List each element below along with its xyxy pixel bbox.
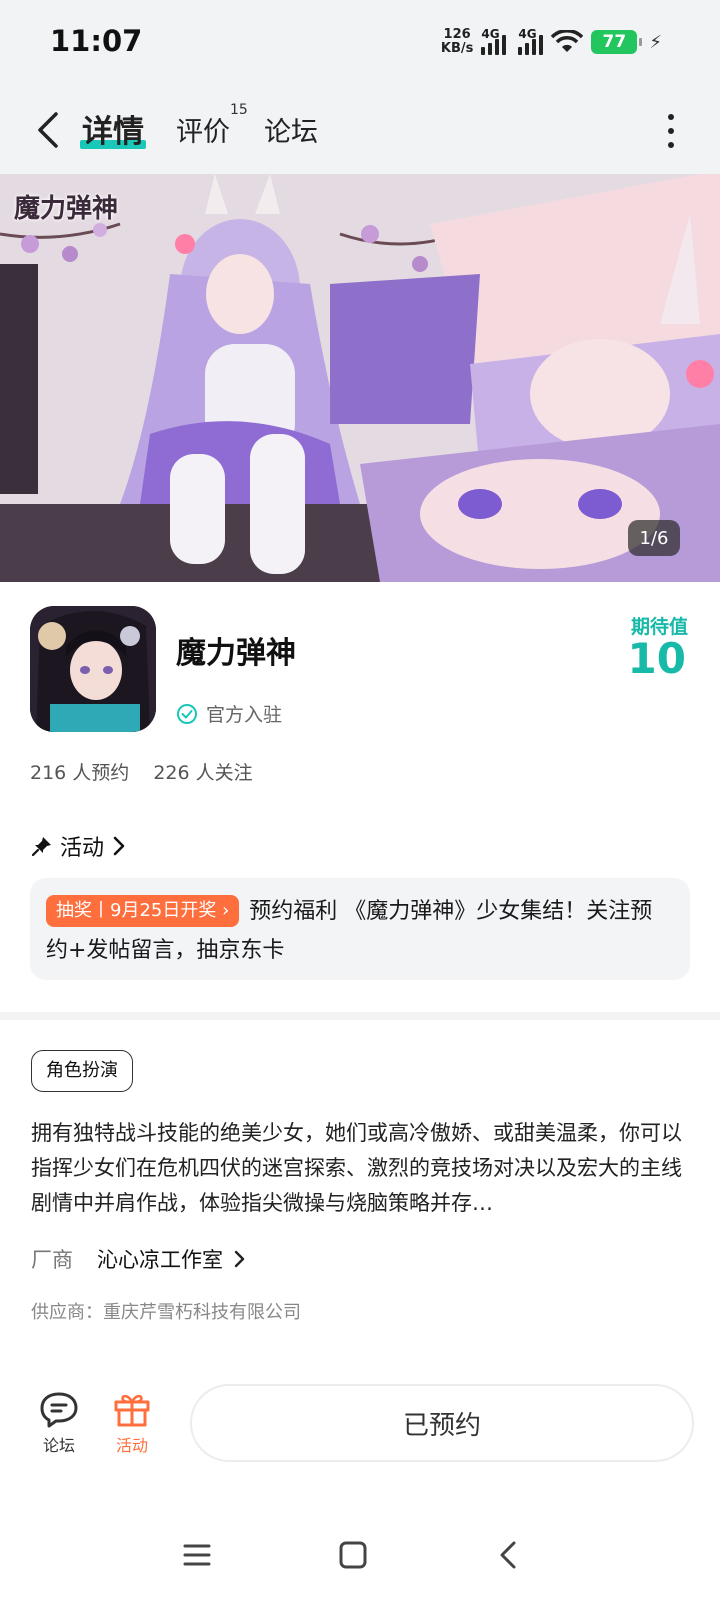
signal-icon: 4G [518, 27, 544, 55]
chevron-right-icon [234, 1250, 245, 1268]
game-stats: 216 人预约 226 人关注 [30, 758, 253, 785]
expect-value: 10 [627, 634, 686, 683]
game-icon-artwork [30, 606, 156, 732]
genre-tag[interactable]: 角色扮演 [31, 1050, 133, 1092]
follower-count: 226 人关注 [153, 762, 253, 784]
game-icon [30, 606, 156, 732]
game-description[interactable]: 拥有独特战斗技能的绝美少女，她们或高冷傲娇、或甜美温柔，你可以指挥少女们在危机四… [31, 1116, 691, 1221]
activity-heading: 活动 [60, 836, 105, 861]
check-circle-icon [177, 703, 197, 724]
vendor-name: 沁心凉工作室 [97, 1248, 223, 1272]
system-nav-bar [0, 1520, 720, 1602]
home-square-icon [339, 1541, 367, 1569]
banner-logo: 魔力弹神 [14, 194, 119, 224]
gift-icon [114, 1394, 150, 1427]
pin-icon [32, 837, 51, 856]
forum-button[interactable]: 论坛 [24, 1390, 94, 1456]
back-triangle-icon [500, 1541, 516, 1569]
official-verified: 官方入驻 [176, 700, 282, 727]
tab-details[interactable]: 详情 [82, 106, 144, 151]
network-speed: 126 KB/s [440, 27, 474, 56]
back-button[interactable] [30, 108, 70, 152]
tab-forum[interactable]: 论坛 [264, 110, 318, 149]
signal-icon: 4G [481, 27, 507, 55]
wifi-icon [551, 30, 584, 52]
system-back-button[interactable] [494, 1540, 524, 1574]
reservation-count: 216 人预约 [30, 762, 130, 784]
banner-page-counter: 1/6 [628, 520, 680, 556]
forum-label: 论坛 [42, 1436, 75, 1455]
reviews-count-badge: 15 [230, 102, 248, 118]
supplier-info: 供应商：重庆芹雪朽科技有限公司 [31, 1302, 301, 1323]
reserved-button[interactable]: 已预约 [190, 1384, 694, 1462]
activity-label: 活动 [115, 1436, 148, 1455]
top-nav: 详情 评价 15 论坛 [0, 88, 720, 174]
activity-card[interactable]: 抽奖丨9月25日开奖 › 预约福利 《魔力弹神》少女集结！关注预约+发帖留言，抽京… [30, 878, 690, 980]
status-icons: 126 KB/s 4G 4G 77 ⚡ [441, 24, 662, 60]
tab-reviews[interactable]: 评价 [176, 110, 230, 149]
menu-button[interactable] [182, 1540, 212, 1574]
more-options-button[interactable] [666, 114, 676, 148]
section-divider [0, 1012, 720, 1020]
activity-button[interactable]: 活动 [97, 1390, 167, 1456]
home-button[interactable] [338, 1540, 368, 1574]
battery-icon: 77 [591, 30, 643, 54]
chevron-right-icon [113, 836, 125, 856]
vendor-label: 厂商 [31, 1248, 73, 1272]
vendor-row[interactable]: 厂商 沁心凉工作室 [31, 1244, 249, 1274]
charging-icon: ⚡ [649, 31, 662, 53]
activity-header[interactable]: 活动 [32, 830, 126, 862]
banner-artwork [0, 174, 720, 582]
status-bar: 11:07 126 KB/s 4G 4G 77 ⚡ [0, 0, 720, 88]
status-time: 11:07 [50, 24, 143, 58]
menu-icon [183, 1544, 211, 1566]
chevron-left-icon [38, 112, 58, 148]
chat-bubble-icon [40, 1392, 78, 1428]
verified-text: 官方入驻 [206, 704, 283, 726]
banner-carousel[interactable]: 魔力弹神 1/6 [0, 174, 720, 582]
game-title: 魔力弹神 [176, 636, 296, 671]
lottery-tag: 抽奖丨9月25日开奖 › [46, 895, 240, 927]
